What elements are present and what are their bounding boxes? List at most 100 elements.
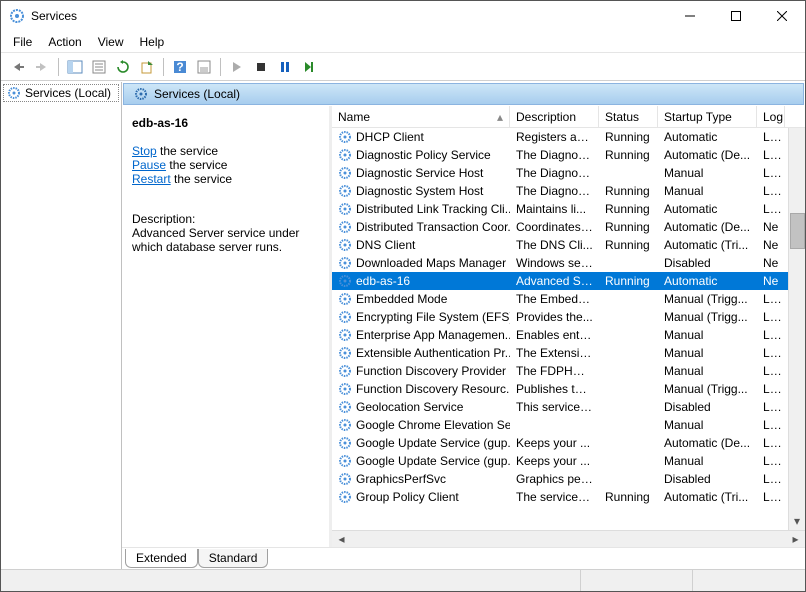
- pause-service-link[interactable]: Pause: [132, 158, 166, 172]
- pause-service-button[interactable]: [274, 56, 296, 78]
- forward-button[interactable]: [31, 56, 53, 78]
- restart-service-button[interactable]: [298, 56, 320, 78]
- service-name: Function Discovery Provider ...: [356, 364, 510, 378]
- table-row[interactable]: Diagnostic Service HostThe Diagnos...Man…: [332, 164, 788, 182]
- view-tabs: Extended Standard: [122, 547, 805, 569]
- back-button[interactable]: [7, 56, 29, 78]
- maximize-button[interactable]: [713, 1, 759, 31]
- service-desc: Registers an...: [510, 130, 599, 144]
- restart-service-link[interactable]: Restart: [132, 172, 171, 186]
- service-type: Automatic (Tri...: [658, 238, 757, 252]
- help-button[interactable]: ?: [169, 56, 191, 78]
- service-type: Automatic (De...: [658, 436, 757, 450]
- service-desc: Enables ente...: [510, 328, 599, 342]
- start-service-button[interactable]: [226, 56, 248, 78]
- tab-standard[interactable]: Standard: [198, 549, 269, 568]
- table-row[interactable]: Function Discovery Provider ...The FDPHO…: [332, 362, 788, 380]
- properties-button[interactable]: [88, 56, 110, 78]
- table-row[interactable]: GraphicsPerfSvcGraphics per...DisabledLo…: [332, 470, 788, 488]
- stop-service-link[interactable]: Stop: [132, 144, 157, 158]
- export-button[interactable]: [136, 56, 158, 78]
- table-row[interactable]: Diagnostic System HostThe Diagnos...Runn…: [332, 182, 788, 200]
- col-description[interactable]: Description: [510, 106, 599, 127]
- menu-help[interactable]: Help: [132, 32, 173, 52]
- refresh-button[interactable]: [112, 56, 134, 78]
- table-row[interactable]: Function Discovery Resourc...Publishes t…: [332, 380, 788, 398]
- col-logon[interactable]: Log: [757, 106, 785, 127]
- service-type: Automatic: [658, 202, 757, 216]
- table-row[interactable]: Google Chrome Elevation Se...ManualLoc: [332, 416, 788, 434]
- service-logon: Ne: [757, 256, 785, 270]
- nav-root-label: Services (Local): [25, 86, 111, 100]
- titlebar: Services: [1, 1, 805, 31]
- table-row[interactable]: Encrypting File System (EFS)Provides the…: [332, 308, 788, 326]
- table-row[interactable]: Google Update Service (gup...Keeps your …: [332, 452, 788, 470]
- table-row[interactable]: DHCP ClientRegisters an...RunningAutomat…: [332, 128, 788, 146]
- service-type: Manual: [658, 166, 757, 180]
- service-logon: Loc: [757, 148, 785, 162]
- gear-icon: [338, 400, 352, 414]
- service-desc: The Extensib...: [510, 346, 599, 360]
- table-row[interactable]: Distributed Transaction Coor...Coordinat…: [332, 218, 788, 236]
- gear-icon: [338, 436, 352, 450]
- table-row[interactable]: Group Policy ClientThe service i...Runni…: [332, 488, 788, 506]
- gear-icon: [338, 382, 352, 396]
- table-row[interactable]: edb-as-16Advanced Se...RunningAutomaticN…: [332, 272, 788, 290]
- svg-text:?: ?: [176, 60, 183, 74]
- menu-file[interactable]: File: [5, 32, 40, 52]
- minimize-button[interactable]: [667, 1, 713, 31]
- table-row[interactable]: Distributed Link Tracking Cli...Maintain…: [332, 200, 788, 218]
- table-row[interactable]: Geolocation ServiceThis service ...Disab…: [332, 398, 788, 416]
- table-row[interactable]: Downloaded Maps ManagerWindows ser...Dis…: [332, 254, 788, 272]
- tab-extended[interactable]: Extended: [125, 549, 198, 568]
- service-desc: This service ...: [510, 400, 599, 414]
- action-button[interactable]: [193, 56, 215, 78]
- service-desc: The Embedd...: [510, 292, 599, 306]
- show-hide-tree-button[interactable]: [64, 56, 86, 78]
- col-startup[interactable]: Startup Type: [658, 106, 757, 127]
- service-logon: Loc: [757, 382, 785, 396]
- service-type: Manual: [658, 328, 757, 342]
- close-button[interactable]: [759, 1, 805, 31]
- table-row[interactable]: Extensible Authentication Pr...The Exten…: [332, 344, 788, 362]
- service-type: Manual (Trigg...: [658, 310, 757, 324]
- selected-service-name: edb-as-16: [132, 116, 321, 130]
- menu-action[interactable]: Action: [40, 32, 89, 52]
- list-rows[interactable]: DHCP ClientRegisters an...RunningAutomat…: [332, 128, 788, 530]
- scroll-right-icon[interactable]: ▸: [788, 532, 803, 547]
- service-logon: Loc: [757, 310, 785, 324]
- scroll-left-icon[interactable]: ◂: [334, 532, 349, 547]
- service-name: Diagnostic System Host: [356, 184, 483, 198]
- service-name: Diagnostic Service Host: [356, 166, 483, 180]
- service-type: Automatic (De...: [658, 220, 757, 234]
- nav-services-local[interactable]: Services (Local): [3, 84, 119, 102]
- list-header: Name▴ Description Status Startup Type Lo…: [332, 106, 805, 128]
- service-desc: Publishes thi...: [510, 382, 599, 396]
- scroll-down-icon[interactable]: ▾: [794, 514, 800, 528]
- table-row[interactable]: Google Update Service (gup...Keeps your …: [332, 434, 788, 452]
- service-name: Extensible Authentication Pr...: [356, 346, 510, 360]
- vertical-scrollbar[interactable]: ▾: [788, 128, 805, 530]
- table-row[interactable]: Diagnostic Policy ServiceThe Diagnos...R…: [332, 146, 788, 164]
- stop-service-button[interactable]: [250, 56, 272, 78]
- horizontal-scrollbar[interactable]: ◂ ▸: [332, 530, 805, 547]
- table-row[interactable]: DNS ClientThe DNS Cli...RunningAutomatic…: [332, 236, 788, 254]
- gear-icon: [338, 346, 352, 360]
- service-type: Automatic (Tri...: [658, 490, 757, 504]
- gear-icon: [338, 130, 352, 144]
- table-row[interactable]: Enterprise App Managemen...Enables ente.…: [332, 326, 788, 344]
- gear-icon: [7, 86, 21, 100]
- service-logon: Loc: [757, 292, 785, 306]
- pane-header: Services (Local): [123, 83, 804, 105]
- scroll-thumb[interactable]: [790, 213, 805, 249]
- col-name[interactable]: Name▴: [332, 106, 510, 127]
- table-row[interactable]: Embedded ModeThe Embedd...Manual (Trigg.…: [332, 290, 788, 308]
- service-type: Disabled: [658, 256, 757, 270]
- service-logon: Ne: [757, 274, 785, 288]
- service-type: Manual (Trigg...: [658, 292, 757, 306]
- menu-view[interactable]: View: [90, 32, 132, 52]
- col-status[interactable]: Status: [599, 106, 658, 127]
- service-logon: Loc: [757, 364, 785, 378]
- service-logon: Loc: [757, 454, 785, 468]
- service-name: Diagnostic Policy Service: [356, 148, 491, 162]
